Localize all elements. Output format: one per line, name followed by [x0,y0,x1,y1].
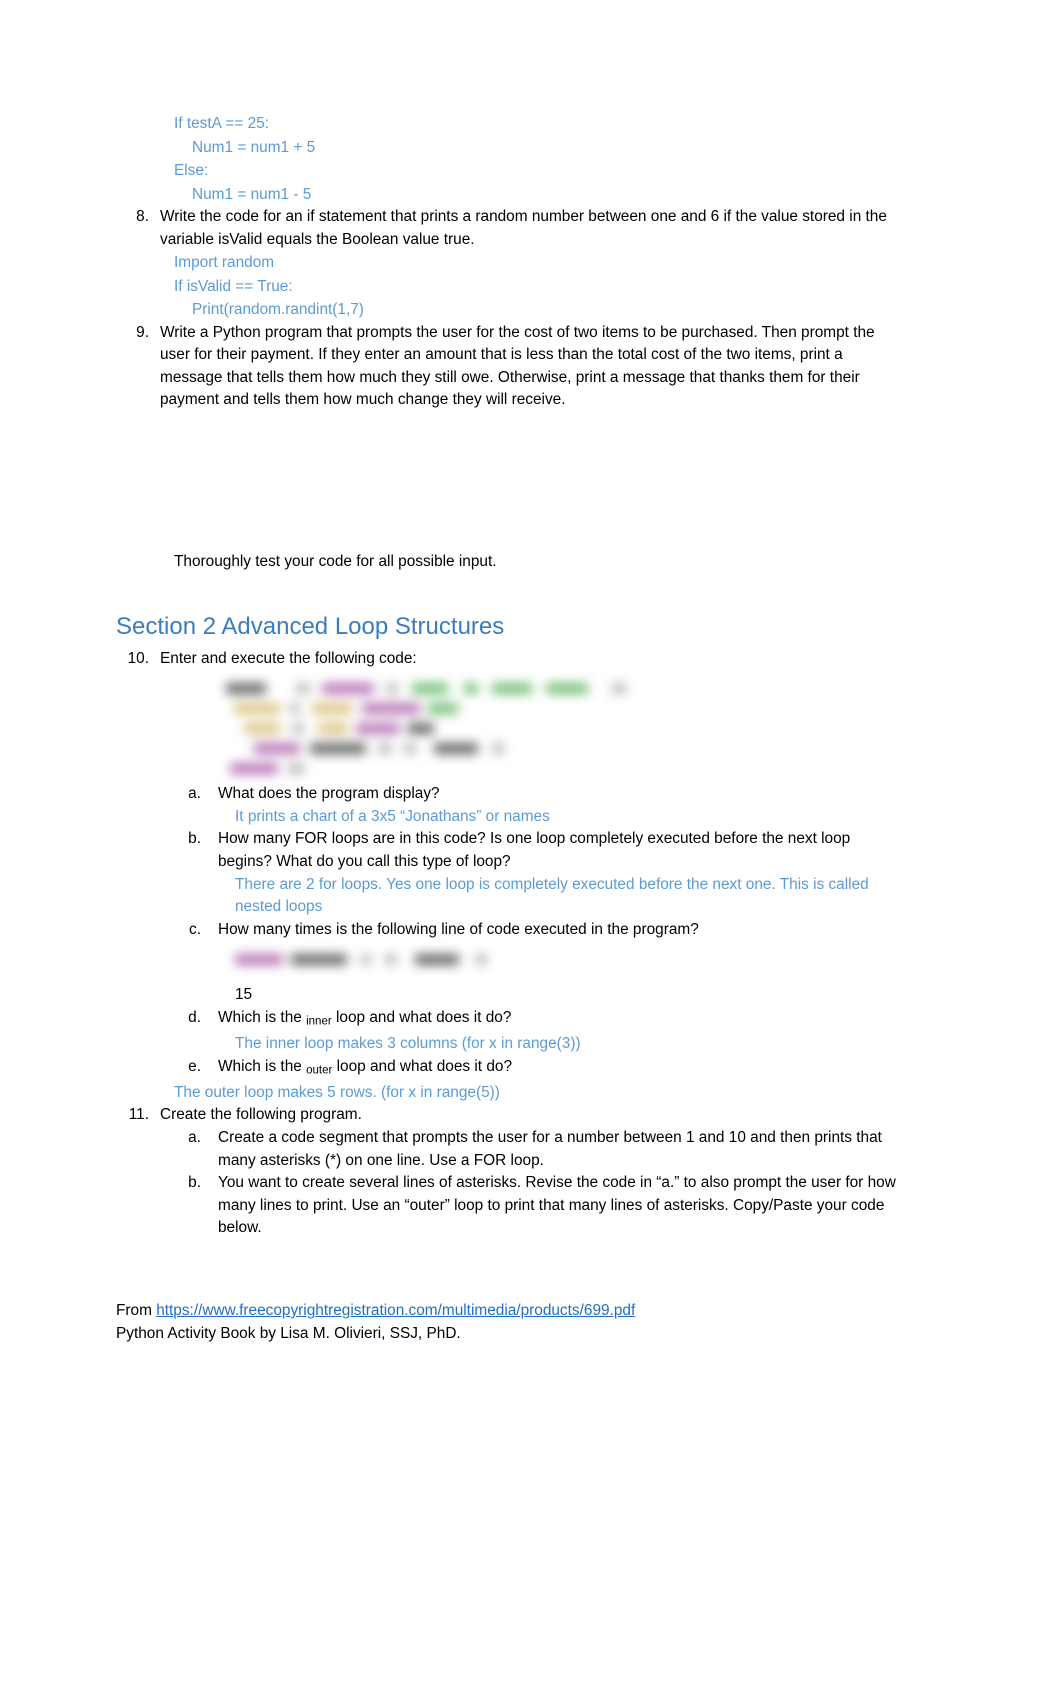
answer-10d: The inner loop makes 3 columns (for x in… [235,1035,581,1053]
code-line: If testA == 25: [174,115,269,132]
answer-10c: 15 [235,986,253,1004]
question-prefix: Which is the [218,1057,307,1075]
list-marker: b. [188,1174,201,1192]
question-emphasis-inner: inner [306,1015,332,1028]
blurred-code-image [226,679,906,775]
blurred-code-line [235,950,906,970]
list-marker: e. [188,1057,201,1075]
list-text: Which is the outer loop and what does it… [218,1056,906,1082]
thoroughly-test-note: Thoroughly test your code for all possib… [174,553,497,571]
list-marker: d. [188,1009,201,1026]
code-answer-item7: If testA == 25: Num1 = num1 + 5 Else: Nu… [116,112,906,206]
top-margin-spacer [116,0,906,112]
list-item-10a: a. What does the program display? [116,783,906,806]
list-item-8: 8. Write the code for an if statement th… [116,206,906,251]
question-suffix: loop and what does it do? [332,1057,513,1075]
list-text: You want to create several lines of aste… [218,1174,896,1237]
answer-10a: It prints a chart of a 3x5 “Jonathans” o… [235,807,550,825]
list-marker: a. [188,1129,201,1146]
list-item-11b: b. You want to create several lines of a… [116,1172,906,1240]
blurred-code-line [226,699,906,719]
blank-answer-area [116,412,906,551]
list-item-10b: b. How many FOR loops are in this code? … [116,828,906,873]
code-line: Print(random.randint(1,7) [192,301,364,319]
section-2-heading: Section 2 Advanced Loop Structures [116,612,505,640]
answer-10e: The outer loop makes 5 rows. (for x in r… [174,1083,500,1101]
list-item-11: 11. Create the following program. [116,1104,906,1127]
list-marker: c. [189,920,201,938]
list-text: Create a code segment that prompts the u… [218,1129,882,1169]
blurred-code-image [235,950,906,972]
question-prefix: Which is the [218,1009,307,1026]
question-suffix: loop and what does it do? [331,1009,512,1026]
list-marker: a. [188,785,201,803]
redacted-code-block-10c [116,941,906,972]
list-item-9: 9. Write a Python program that prompts t… [116,322,906,412]
footer-attribution: Python Activity Book by Lisa M. Olivieri… [116,1324,461,1342]
list-text: Create the following program. [160,1106,362,1124]
list-item-11a: a. Create a code segment that prompts th… [116,1127,906,1172]
blurred-code-line [226,719,906,739]
document-page: If testA == 25: Num1 = num1 + 5 Else: Nu… [0,0,1062,1701]
code-line: Import random [174,254,275,272]
code-line: Num1 = num1 + 5 [192,138,316,156]
list-marker: b. [188,830,201,848]
source-url-link[interactable]: https://www.freecopyrightregistration.co… [156,1302,635,1319]
list-item-10d: d. Which is the inner loop and what does… [116,1007,906,1033]
list-text: Which is the inner loop and what does it… [218,1007,906,1033]
list-item-10c: c. How many times is the following line … [116,919,906,942]
document-content: If testA == 25: Num1 = num1 + 5 Else: Nu… [116,0,906,1240]
list-marker: 9. [136,323,149,341]
answer-10b: There are 2 for loops. Yes one loop is c… [235,875,869,916]
list-marker: 8. [136,208,149,225]
footer-source-line: From https://www.freecopyrightregistrati… [116,1300,916,1323]
question-emphasis-outer: outer [306,1064,333,1077]
list-item-10e: e. Which is the outer loop and what does… [116,1056,906,1082]
list-text: Write the code for an if statement that … [160,208,887,248]
list-marker: 10. [127,649,149,667]
list-text: What does the program display? [218,785,440,803]
code-answer-item8: Import random If isValid == True: Print(… [116,251,906,322]
list-text: How many times is the following line of … [218,920,699,938]
blurred-code-line [226,679,906,699]
list-text: Write a Python program that prompts the … [160,323,875,409]
code-line: Num1 = num1 - 5 [192,185,312,203]
code-line: If isValid == True: [174,277,293,295]
page-footer: From https://www.freecopyrightregistrati… [116,1300,916,1345]
blurred-code-line [226,759,906,779]
footer-from-label: From [116,1302,157,1319]
redacted-code-block-10 [116,670,906,775]
list-text: How many FOR loops are in this code? Is … [218,830,851,871]
code-line: Else: [174,162,209,179]
blurred-code-line [226,739,906,759]
list-marker: 11. [128,1106,149,1124]
list-item-10: 10. Enter and execute the following code… [116,648,906,671]
list-text: Enter and execute the following code: [160,649,417,667]
